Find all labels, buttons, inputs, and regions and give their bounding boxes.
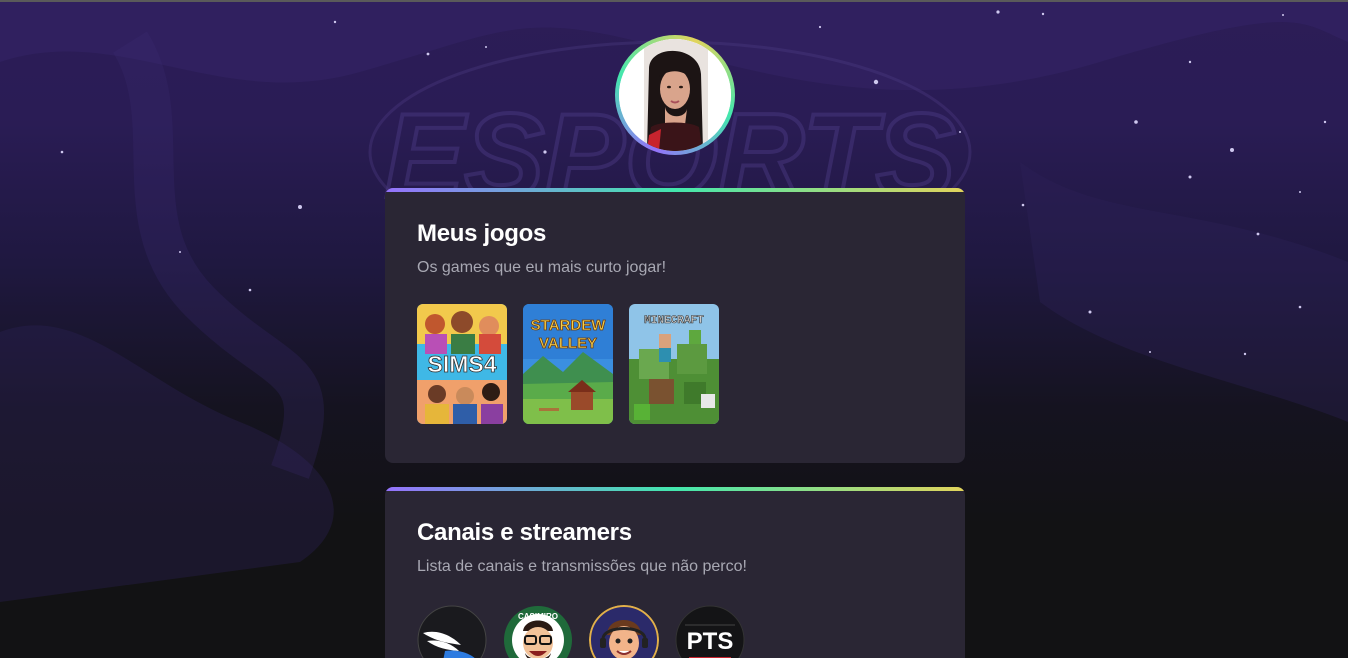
game-stardew-cover[interactable]: STARDEW VALLEY (523, 304, 613, 424)
sims4-cover-text: SIMS4 (427, 351, 496, 377)
streamers-subtitle: Lista de canais e transmissões que não p… (417, 558, 747, 575)
stardew-cover-line2: VALLEY (539, 335, 597, 352)
profile-avatar (615, 35, 735, 155)
streamer-pts-avatar[interactable]: PTS (675, 605, 745, 658)
streamers-title: Canais e streamers (417, 519, 632, 546)
minecraft-cover-text: MINECRAFT (644, 315, 704, 327)
game-sims4-cover[interactable]: SIMS4 (417, 304, 507, 424)
stardew-cover-line1: STARDEW (531, 317, 607, 334)
games-list: SIMS4 STARDEW VALLEY MINECRAFT (417, 304, 933, 424)
streamers-card: Canais e streamers Lista de canais e tra… (385, 487, 965, 658)
games-subtitle: Os games que eu mais curto jogar! (417, 259, 667, 276)
games-card: Meus jogos Os games que eu mais curto jo… (385, 188, 965, 463)
pts-label: PTS (687, 628, 734, 655)
streamer-winged-logo-avatar[interactable] (417, 605, 487, 658)
streamers-list: CASIMIRO PTS (417, 605, 933, 658)
casimiro-ring-text: CASIMIRO (518, 612, 558, 621)
streamer-casimiro-avatar[interactable]: CASIMIRO (503, 605, 573, 658)
game-minecraft-cover[interactable]: MINECRAFT (629, 304, 719, 424)
profile-photo-icon (619, 39, 731, 151)
games-title: Meus jogos (417, 220, 547, 247)
streamer-cartoon-avatar[interactable] (589, 605, 659, 658)
